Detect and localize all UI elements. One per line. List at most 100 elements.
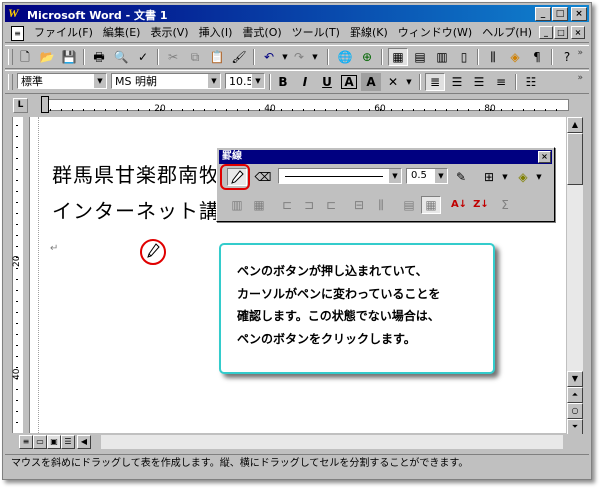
- print-preview-icon[interactable]: 🔍: [111, 48, 131, 66]
- chevron-down-icon[interactable]: ▼: [388, 169, 401, 183]
- sort-ascending-icon[interactable]: A↓: [449, 196, 469, 214]
- border-color-icon[interactable]: ✎: [451, 168, 471, 186]
- print-layout-icon[interactable]: ▣: [47, 435, 61, 449]
- font-select[interactable]: MS 明朝 ▼: [111, 73, 221, 89]
- distributed-icon[interactable]: ≡: [491, 73, 511, 91]
- help-icon[interactable]: ?: [557, 48, 577, 66]
- insert-excel-icon[interactable]: ▥: [432, 48, 452, 66]
- align-justify-icon[interactable]: ≣: [425, 73, 445, 91]
- toolbar-more-chevron-icon[interactable]: »: [577, 73, 583, 83]
- underline-button[interactable]: U: [317, 73, 337, 91]
- toolbar-grip[interactable]: [8, 49, 13, 65]
- chevron-down-icon[interactable]: ▼: [251, 74, 264, 88]
- align-bottom-icon[interactable]: ⊏: [321, 196, 341, 214]
- character-border-button[interactable]: A: [339, 73, 359, 91]
- chevron-down-icon[interactable]: ▼: [529, 168, 549, 186]
- scroll-thumb[interactable]: [567, 133, 583, 185]
- menu-file[interactable]: ファイル(F): [29, 26, 98, 40]
- chevron-down-icon[interactable]: ▼: [399, 73, 419, 91]
- hyperlink-icon[interactable]: 🌐: [335, 48, 355, 66]
- browse-object-icon[interactable]: ○: [567, 403, 583, 419]
- menu-insert[interactable]: 挿入(I): [194, 26, 238, 40]
- menu-window[interactable]: ウィンドウ(W): [393, 26, 477, 40]
- save-disk-icon[interactable]: 💾: [59, 48, 79, 66]
- format-painter-icon[interactable]: 🖌: [229, 48, 249, 66]
- style-select[interactable]: 標準 ▼: [17, 73, 107, 89]
- text-direction-icon[interactable]: ▦: [421, 196, 441, 214]
- close-button[interactable]: ×: [571, 7, 587, 21]
- bold-button[interactable]: B: [273, 73, 293, 91]
- sort-descending-icon[interactable]: Z↓: [471, 196, 491, 214]
- character-shading-button[interactable]: A: [361, 73, 381, 91]
- chevron-down-icon[interactable]: ▼: [434, 169, 447, 183]
- tab-selector[interactable]: L: [13, 98, 28, 113]
- new-document-icon[interactable]: 🗋: [15, 48, 35, 66]
- table-autoformat-icon[interactable]: ▤: [399, 196, 419, 214]
- document-icon[interactable]: ≡: [11, 26, 24, 41]
- copy-icon[interactable]: ⧉: [185, 48, 205, 66]
- maximize-button[interactable]: □: [552, 7, 568, 21]
- menu-view[interactable]: 表示(V): [145, 26, 193, 40]
- align-center-icon[interactable]: ☰: [447, 73, 467, 91]
- distribute-columns-icon[interactable]: ⫼: [371, 196, 391, 214]
- previous-page-icon[interactable]: ⏶: [567, 387, 583, 403]
- redo-dropdown-icon[interactable]: ▼: [305, 48, 325, 66]
- show-hide-icon[interactable]: ¶: [527, 48, 547, 66]
- insert-table-icon[interactable]: ▤: [410, 48, 430, 66]
- paste-icon[interactable]: 📋: [207, 48, 227, 66]
- align-right-icon[interactable]: ☰: [469, 73, 489, 91]
- align-middle-icon[interactable]: ⊐: [299, 196, 319, 214]
- web-toolbar-icon[interactable]: ⊕: [357, 48, 377, 66]
- horizontal-ruler[interactable]: L 20 40 60 80: [5, 95, 589, 115]
- line-style-select[interactable]: ▼: [278, 168, 402, 184]
- menu-tools[interactable]: ツール(T): [287, 26, 345, 40]
- vertical-scrollbar[interactable]: ▲ ▼ ⏶ ○ ⏷: [567, 117, 583, 435]
- distribute-rows-icon[interactable]: ⊟: [349, 196, 369, 214]
- toolbar-grip[interactable]: [8, 74, 13, 90]
- palette-title-bar[interactable]: 罫線 ×: [219, 150, 552, 164]
- next-page-icon[interactable]: ⏷: [567, 419, 583, 435]
- normal-view-icon[interactable]: ≡: [19, 435, 33, 449]
- minimize-button[interactable]: _: [535, 7, 551, 21]
- tables-borders-icon[interactable]: ▦: [388, 48, 408, 66]
- toolbar-more-chevron-icon[interactable]: »: [577, 48, 583, 58]
- chevron-down-icon[interactable]: ▼: [207, 74, 220, 88]
- scroll-left-icon[interactable]: ◀: [77, 435, 91, 449]
- word-app-icon[interactable]: W: [8, 6, 22, 20]
- menu-edit[interactable]: 編集(E): [98, 26, 146, 40]
- split-cells-icon[interactable]: ▦: [249, 196, 269, 214]
- drawing-icon[interactable]: ⫼: [483, 48, 503, 66]
- eraser-icon[interactable]: ⌫: [253, 168, 273, 186]
- document-map-icon[interactable]: ◈: [505, 48, 525, 66]
- palette-close-button[interactable]: ×: [538, 151, 551, 163]
- autosum-icon[interactable]: Σ: [495, 196, 515, 214]
- menu-table[interactable]: 罫線(K): [345, 26, 393, 40]
- doc-restore-button[interactable]: □: [554, 26, 568, 39]
- open-folder-icon[interactable]: 📂: [37, 48, 57, 66]
- doc-close-button[interactable]: ×: [571, 26, 585, 39]
- line-weight-select[interactable]: 0.5 ▼: [406, 168, 448, 184]
- cut-scissors-icon[interactable]: ✂: [163, 48, 183, 66]
- indent-marker[interactable]: [41, 96, 49, 113]
- menu-help[interactable]: ヘルプ(H): [477, 26, 537, 40]
- columns-icon[interactable]: ▯: [454, 48, 474, 66]
- merge-cells-icon[interactable]: ▥: [227, 196, 247, 214]
- numbering-icon[interactable]: ☷: [521, 73, 541, 91]
- menu-format[interactable]: 書式(O): [237, 26, 286, 40]
- chevron-down-icon[interactable]: ▼: [495, 168, 515, 186]
- align-top-icon[interactable]: ⊏: [277, 196, 297, 214]
- print-icon[interactable]: 🖶: [89, 48, 109, 66]
- ruler-strip[interactable]: 20 40 60 80: [43, 99, 569, 114]
- chevron-down-icon[interactable]: ▼: [93, 74, 106, 88]
- web-layout-icon[interactable]: ▭: [33, 435, 47, 449]
- outline-view-icon[interactable]: ☰: [61, 435, 75, 449]
- tables-borders-palette[interactable]: 罫線 × ⌫ ▼ 0.5 ▼ ✎ ⊞ ▼ ◈ ▼ ▥ ▦ ⊏ ⊐ ⊏ ⊟ ⫼ ▤…: [216, 147, 555, 222]
- horizontal-scroll-track[interactable]: [101, 435, 563, 449]
- scroll-down-icon[interactable]: ▼: [567, 371, 583, 387]
- italic-button[interactable]: I: [295, 73, 315, 91]
- font-size-select[interactable]: 10.5 ▼: [225, 73, 265, 89]
- title-bar[interactable]: W Microsoft Word - 文書 1 _ □ ×: [5, 5, 589, 22]
- spelling-check-icon[interactable]: ✓: [133, 48, 153, 66]
- doc-minimize-button[interactable]: _: [539, 26, 553, 39]
- scroll-up-icon[interactable]: ▲: [567, 117, 583, 133]
